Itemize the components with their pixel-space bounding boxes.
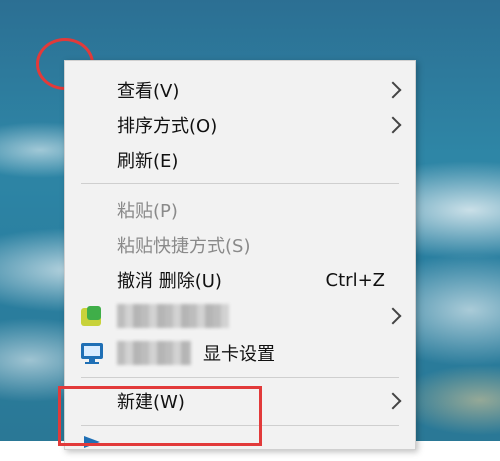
menu-separator bbox=[81, 183, 399, 184]
chevron-right-icon bbox=[384, 307, 402, 325]
menu-item-label: 粘贴(P) bbox=[117, 201, 178, 222]
menu-item-app-blurred[interactable] bbox=[65, 299, 415, 333]
chevron-right-icon bbox=[384, 81, 402, 99]
menu-item-label: 刷新(E) bbox=[117, 151, 179, 172]
menu-item-label: 粘贴快捷方式(S) bbox=[117, 236, 251, 257]
green-app-icon bbox=[79, 303, 105, 329]
menu-item-sort-by[interactable]: 排序方式(O) bbox=[65, 108, 415, 142]
menu-item-undo-delete[interactable]: 撤消 删除(U) Ctrl+Z bbox=[65, 263, 415, 297]
menu-item-label: 排序方式(O) bbox=[117, 116, 218, 137]
chevron-right-icon bbox=[384, 116, 402, 134]
annotation-rectangle bbox=[58, 386, 262, 446]
menu-item-label: 撤消 删除(U) bbox=[117, 271, 222, 292]
blurred-label bbox=[117, 341, 191, 365]
menu-item-label: 查看(V) bbox=[117, 81, 180, 102]
menu-item-paste-shortcut[interactable]: 粘贴快捷方式(S) bbox=[65, 228, 415, 262]
blurred-label bbox=[117, 304, 229, 328]
menu-item-refresh[interactable]: 刷新(E) bbox=[65, 143, 415, 177]
menu-item-view[interactable]: 查看(V) bbox=[65, 73, 415, 107]
menu-item-label: 显卡设置 bbox=[203, 344, 275, 365]
menu-item-shortcut: Ctrl+Z bbox=[325, 269, 385, 291]
chevron-right-icon bbox=[384, 392, 402, 410]
menu-item-paste[interactable]: 粘贴(P) bbox=[65, 193, 415, 227]
display-settings-icon bbox=[79, 340, 105, 366]
menu-item-display-settings[interactable]: 显卡设置 bbox=[65, 336, 415, 370]
menu-separator bbox=[81, 377, 399, 378]
